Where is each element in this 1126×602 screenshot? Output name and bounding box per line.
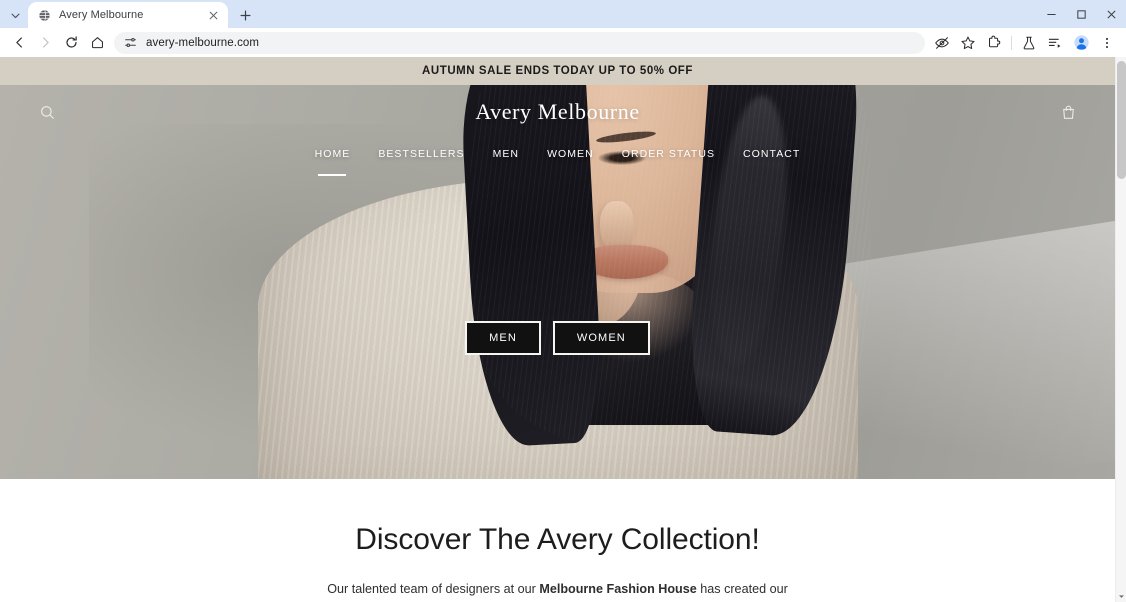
site-header: Avery Melbourne bbox=[0, 85, 1115, 139]
address-bar[interactable]: avery-melbourne.com bbox=[114, 31, 925, 54]
window-controls bbox=[1036, 0, 1126, 28]
browser-window: Avery Melbourne avery-melbourne.com AUTU… bbox=[0, 0, 1126, 602]
extensions-button[interactable] bbox=[981, 30, 1007, 56]
maximize-icon bbox=[1076, 9, 1086, 19]
address-bar-url: avery-melbourne.com bbox=[146, 36, 260, 49]
nav-item-women[interactable]: WOMEN bbox=[533, 145, 608, 163]
site-search-button[interactable] bbox=[34, 99, 60, 125]
labs-button[interactable] bbox=[1016, 30, 1042, 56]
shopping-bag-icon bbox=[1062, 105, 1074, 119]
maximize-button[interactable] bbox=[1066, 0, 1096, 28]
back-arrow-icon bbox=[15, 37, 22, 48]
tab-close-button[interactable] bbox=[206, 8, 221, 23]
three-dot-menu-icon bbox=[1105, 37, 1109, 48]
scrollbar-thumb[interactable] bbox=[1117, 61, 1126, 179]
main-navigation: HOME BESTSELLERS MEN WOMEN ORDER STATUS … bbox=[0, 145, 1115, 163]
hero-cta-men[interactable]: MEN bbox=[465, 321, 541, 355]
reload-button[interactable] bbox=[58, 30, 84, 56]
search-icon bbox=[40, 105, 54, 119]
bookmark-button[interactable] bbox=[955, 30, 981, 56]
home-icon bbox=[91, 37, 103, 49]
scroll-down-arrow-icon bbox=[1119, 594, 1124, 598]
tab-title: Avery Melbourne bbox=[59, 9, 144, 21]
tab-strip: Avery Melbourne bbox=[0, 0, 1126, 28]
globe-icon bbox=[37, 8, 52, 23]
page-viewport: AUTUMN SALE ENDS TODAY UP TO 50% OFF Ave… bbox=[0, 57, 1126, 602]
minimize-button[interactable] bbox=[1036, 0, 1066, 28]
home-button[interactable] bbox=[84, 30, 110, 56]
nav-item-contact[interactable]: CONTACT bbox=[729, 145, 814, 163]
hero-cta-women[interactable]: WOMEN bbox=[552, 321, 650, 355]
browser-tab[interactable]: Avery Melbourne bbox=[28, 2, 228, 28]
profile-button[interactable] bbox=[1068, 30, 1094, 56]
hero-overlay: Avery Melbourne HOME BESTSELLERS MEN WOM… bbox=[0, 85, 1115, 479]
website-page: AUTUMN SALE ENDS TODAY UP TO 50% OFF Ave… bbox=[0, 57, 1115, 602]
toolbar-divider bbox=[1011, 35, 1012, 50]
window-close-button[interactable] bbox=[1096, 0, 1126, 28]
forward-arrow-icon bbox=[42, 37, 49, 48]
intro-paragraph: Our talented team of designers at our Me… bbox=[323, 579, 793, 602]
page-title: Discover The Avery Collection! bbox=[355, 523, 760, 556]
hero-cta-group: MEN WOMEN bbox=[0, 321, 1115, 355]
browser-toolbar: avery-melbourne.com bbox=[0, 28, 1126, 57]
minimize-icon bbox=[1046, 13, 1056, 15]
scroll-down-button[interactable] bbox=[1116, 590, 1126, 602]
tracking-protection-button[interactable] bbox=[929, 30, 955, 56]
flask-icon bbox=[1023, 36, 1035, 49]
reload-icon bbox=[65, 36, 77, 48]
puzzle-piece-icon bbox=[989, 35, 1001, 47]
split-view-button[interactable] bbox=[1042, 30, 1068, 56]
intro-text-before: Our talented team of designers at our bbox=[327, 582, 540, 596]
account-avatar-icon bbox=[1073, 35, 1089, 50]
nav-item-men[interactable]: MEN bbox=[479, 145, 533, 163]
hero-section: Avery Melbourne HOME BESTSELLERS MEN WOM… bbox=[0, 85, 1115, 479]
announcement-bar: AUTUMN SALE ENDS TODAY UP TO 50% OFF bbox=[0, 57, 1115, 85]
back-button[interactable] bbox=[6, 30, 32, 56]
chevron-down-icon bbox=[11, 13, 19, 18]
announcement-text: AUTUMN SALE ENDS TODAY UP TO 50% OFF bbox=[422, 65, 693, 77]
star-icon bbox=[961, 36, 975, 49]
tab-search-button[interactable] bbox=[2, 2, 28, 28]
cart-button[interactable] bbox=[1055, 99, 1081, 125]
window-close-icon bbox=[1106, 9, 1116, 19]
nav-item-home[interactable]: HOME bbox=[301, 145, 365, 163]
forward-button[interactable] bbox=[32, 30, 58, 56]
tune-icon[interactable] bbox=[122, 35, 138, 51]
plus-icon bbox=[240, 10, 250, 20]
intro-text-bold: Melbourne Fashion House bbox=[539, 582, 697, 596]
nav-item-order-status[interactable]: ORDER STATUS bbox=[608, 145, 729, 163]
new-tab-button[interactable] bbox=[232, 2, 258, 28]
intro-section: Discover The Avery Collection! Our talen… bbox=[0, 479, 1115, 602]
close-icon bbox=[209, 11, 218, 19]
split-tabs-icon bbox=[1048, 38, 1061, 48]
nav-item-bestsellers[interactable]: BESTSELLERS bbox=[364, 145, 478, 163]
eye-crossed-icon bbox=[935, 36, 949, 49]
browser-menu-button[interactable] bbox=[1094, 30, 1120, 56]
site-logo[interactable]: Avery Melbourne bbox=[0, 99, 1115, 125]
page-scrollbar[interactable] bbox=[1115, 57, 1126, 602]
